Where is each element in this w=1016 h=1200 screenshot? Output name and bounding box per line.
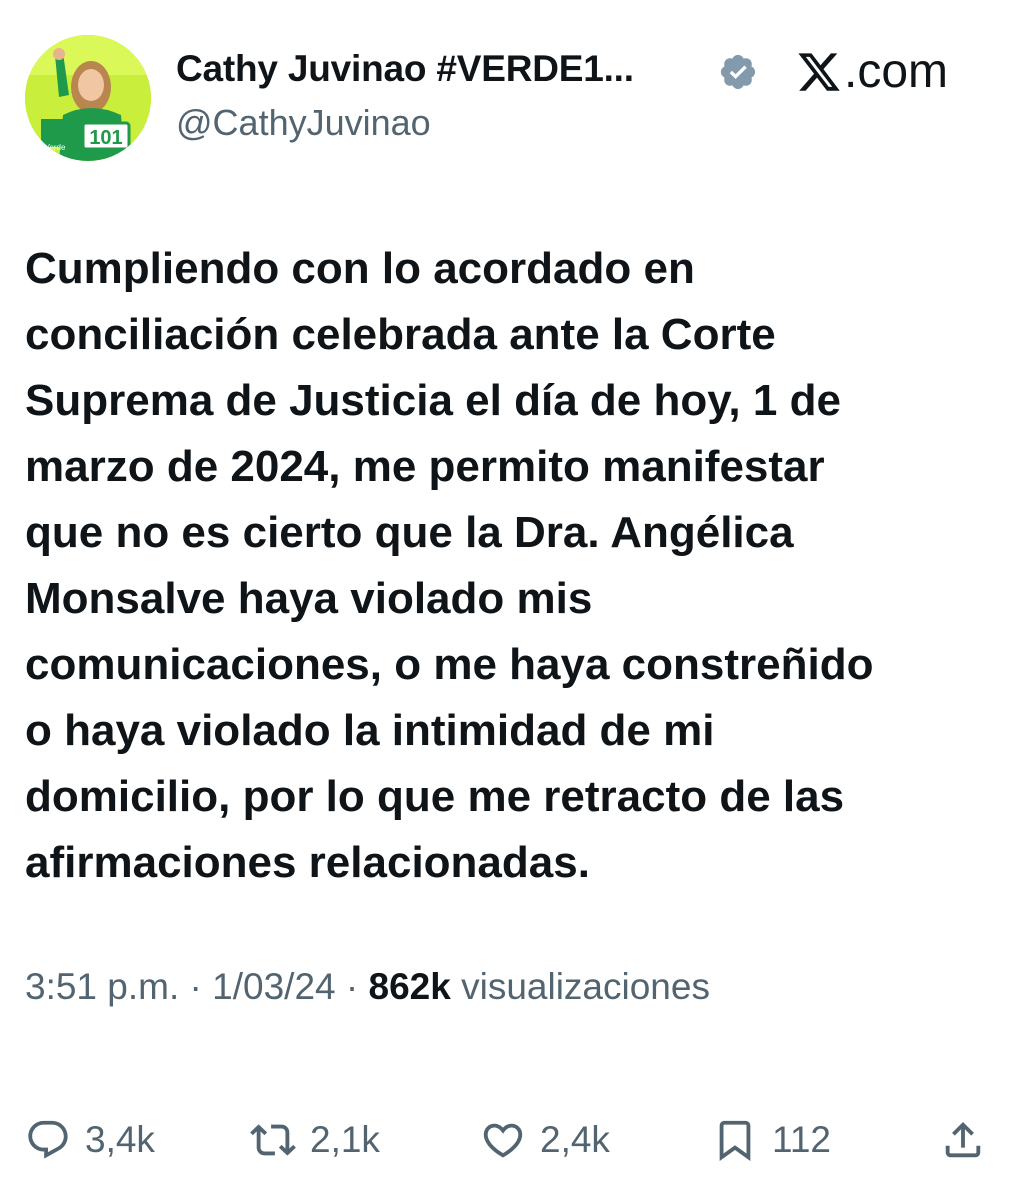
meta-separator: · [335,966,369,1007]
action-bar: 3,4k 2,1k 2,4k 112 [0,1110,1016,1170]
share-icon [945,1121,981,1158]
verified-badge-icon [720,54,756,90]
tweet-line: Suprema de Justicia el día de hoy, 1 de [25,376,841,425]
user-handle[interactable]: @CathyJuvinao [176,102,431,144]
like-count: 2,4k [540,1119,610,1160]
tweet-text: Cumpliendo con lo acordado en conciliaci… [25,236,991,896]
repost-count: 2,1k [310,1119,380,1160]
meta-separator: · [179,966,213,1007]
display-name[interactable]: Cathy Juvinao #VERDE1... [176,48,634,90]
tweet-line: Monsalve haya violado mis [25,574,593,623]
bookmark-count: 112 [772,1119,831,1160]
avatar[interactable]: 101 Verde [25,35,151,161]
tweet-line: comunicaciones, o me haya constreñido [25,640,874,689]
like-icon [483,1123,523,1158]
tweet-line: domicilio, por lo que me retracto de las [25,772,845,821]
avatar-party-label: Verde [45,143,66,152]
brand: .com [796,44,948,99]
share-button[interactable] [940,1110,1000,1170]
bookmark-icon [719,1120,751,1161]
repost-icon [250,1124,296,1156]
avatar-badge-number: 101 [89,127,122,149]
avatar-image: 101 Verde [25,35,151,161]
x-logo-icon [798,52,840,91]
tweet-line: conciliación celebrada ante la Corte [25,310,776,359]
tweet-line: marzo de 2024, me permito manifestar [25,442,825,491]
tweet-line: o haya violado la intimidad de mi [25,706,715,755]
tweet-line: Cumpliendo con lo acordado en [25,244,695,293]
reply-count: 3,4k [85,1119,155,1160]
repost-button[interactable]: 2,1k [250,1110,380,1170]
reply-icon [28,1120,68,1159]
tweet-date[interactable]: 1/03/24 [212,966,335,1007]
tweet-time[interactable]: 3:51 p.m. [25,966,179,1007]
tweet-line: afirmaciones relacionadas. [25,838,590,887]
tweet-meta: 3:51 p.m. · 1/03/24 · 862k visualizacion… [25,966,710,1008]
bookmark-button[interactable]: 112 [712,1110,831,1170]
like-button[interactable]: 2,4k [480,1110,610,1170]
views-label: visualizaciones [450,966,710,1007]
reply-button[interactable]: 3,4k [25,1110,155,1170]
tweet-line: que no es cierto que la Dra. Angélica [25,508,794,557]
views-count[interactable]: 862k [369,966,451,1007]
brand-domain: .com [844,45,949,98]
